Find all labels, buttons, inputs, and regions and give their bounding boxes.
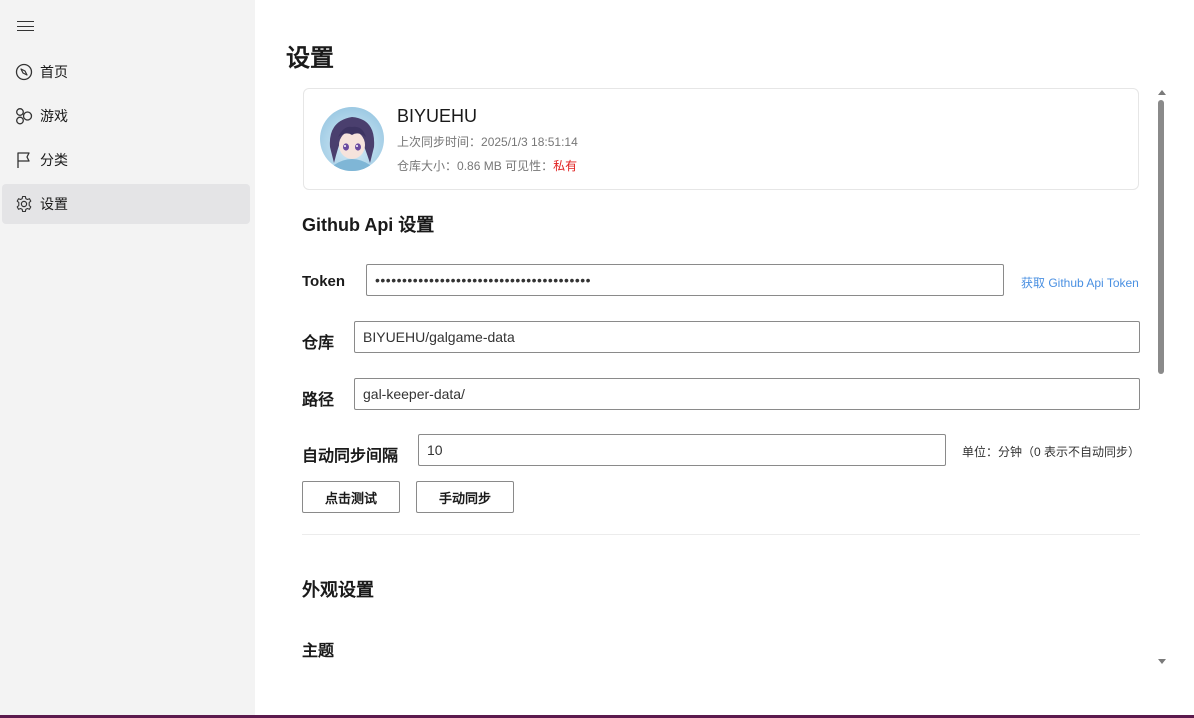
page-title: 设置 [286, 45, 334, 72]
sidebar-item-label: 首页 [40, 64, 68, 80]
sidebar-item-category[interactable]: 分类 [2, 140, 250, 180]
sidebar-item-label: 游戏 [40, 108, 68, 124]
visibility-value: 私有 [553, 159, 578, 173]
profile-card: BIYUEHU 上次同步时间：2025/1/3 18:51:14 仓库大小：0.… [303, 88, 1139, 190]
flag-icon [17, 152, 30, 168]
sidebar-item-home[interactable]: 首页 [2, 52, 250, 92]
sidebar-item-label: 设置 [40, 196, 68, 212]
last-sync-time: 2025/1/3 18:51:14 [481, 135, 578, 149]
appearance-section-title: 外观设置 [302, 580, 374, 600]
visibility-label: 可见性： [505, 159, 554, 173]
shapes-icon [16, 108, 33, 125]
section-divider [302, 534, 1140, 535]
scroll-up-icon[interactable] [1158, 90, 1166, 95]
avatar [320, 107, 384, 171]
repo-input[interactable] [354, 321, 1140, 353]
repo-size-label: 仓库大小： [397, 159, 458, 173]
scrollbar-thumb[interactable] [1158, 100, 1164, 374]
token-label: Token [302, 273, 346, 290]
compass-icon [15, 63, 33, 81]
repo-info-line: 仓库大小：0.86 MB 可见性：私有 [397, 157, 577, 174]
sync-interval-input[interactable] [418, 434, 946, 466]
sidebar-item-settings[interactable]: 设置 [2, 184, 250, 224]
sidebar-item-label: 分类 [40, 152, 68, 168]
scroll-down-icon[interactable] [1158, 659, 1166, 664]
path-label: 路径 [302, 392, 335, 409]
gear-icon [16, 195, 32, 213]
last-sync-line: 上次同步时间：2025/1/3 18:51:14 [397, 133, 578, 150]
repo-size-value: 0.86 MB [457, 159, 502, 173]
repo-label: 仓库 [302, 335, 335, 352]
last-sync-label: 上次同步时间： [397, 135, 482, 149]
manual-sync-button[interactable]: 手动同步 [416, 481, 514, 513]
sidebar-item-games[interactable]: 游戏 [2, 96, 250, 136]
theme-label: 主题 [302, 643, 335, 660]
path-input[interactable] [354, 378, 1140, 410]
hamburger-menu-icon[interactable] [16, 18, 36, 34]
sidebar: 首页 游戏 分类 设置 [0, 0, 255, 718]
settings-content: BIYUEHU 上次同步时间：2025/1/3 18:51:14 仓库大小：0.… [302, 88, 1140, 668]
sync-interval-label: 自动同步间隔 [302, 448, 399, 465]
token-input[interactable] [366, 264, 1004, 296]
main-panel: 设置 BIYUEHU 上次同步时间：2025/1/3 18:51:14 仓库大小… [255, 0, 1194, 718]
github-section-title: Github Api 设置 [302, 215, 435, 235]
sync-interval-hint: 单位：分钟（0 表示不自动同步） [962, 445, 1140, 459]
get-token-link[interactable]: 获取 Github Api Token [1021, 274, 1139, 291]
test-button[interactable]: 点击测试 [302, 481, 400, 513]
profile-name: BIYUEHU [397, 106, 478, 126]
scrollbar[interactable] [1156, 88, 1168, 666]
